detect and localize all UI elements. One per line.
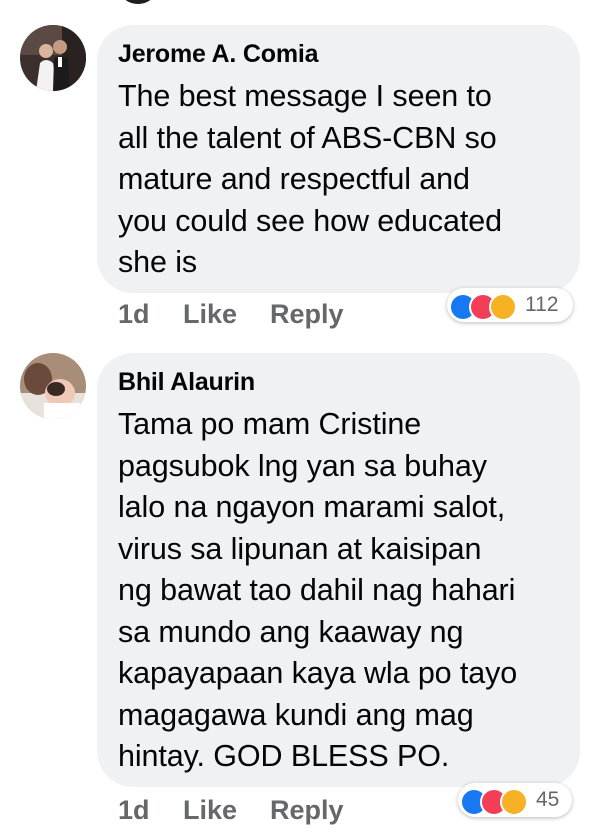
comment-text: The best message I seen to all the talen… [118, 79, 503, 279]
reply-button[interactable]: Reply [270, 299, 344, 330]
like-button[interactable]: Like [183, 299, 237, 330]
comment-bubble: Jerome A. Comia The best message I seen … [97, 25, 580, 293]
comment-bubble: Bhil Alaurin Tama po mam Cristine pagsub… [97, 353, 580, 787]
avatar[interactable] [20, 25, 86, 91]
comment-timestamp[interactable]: 1d [118, 299, 150, 330]
wedding-couple-photo [20, 25, 86, 91]
reaction-count: 45 [536, 788, 560, 811]
reaction-summary[interactable]: 112 [447, 288, 573, 322]
reaction-count: 112 [525, 293, 559, 316]
previous-item-edge [122, 0, 154, 4]
comment-author[interactable]: Bhil Alaurin [118, 367, 558, 397]
reaction-summary[interactable]: 45 [458, 783, 572, 817]
reply-button[interactable]: Reply [270, 795, 344, 826]
baby-photo [20, 353, 86, 419]
comment-author[interactable]: Jerome A. Comia [118, 39, 558, 69]
comment-text: Tama po mam Cristine pagsubok lng yan sa… [118, 407, 518, 773]
avatar[interactable] [20, 353, 86, 419]
care-icon [500, 788, 528, 816]
like-button[interactable]: Like [183, 795, 237, 826]
comment-timestamp[interactable]: 1d [118, 795, 150, 826]
care-icon [489, 293, 517, 321]
